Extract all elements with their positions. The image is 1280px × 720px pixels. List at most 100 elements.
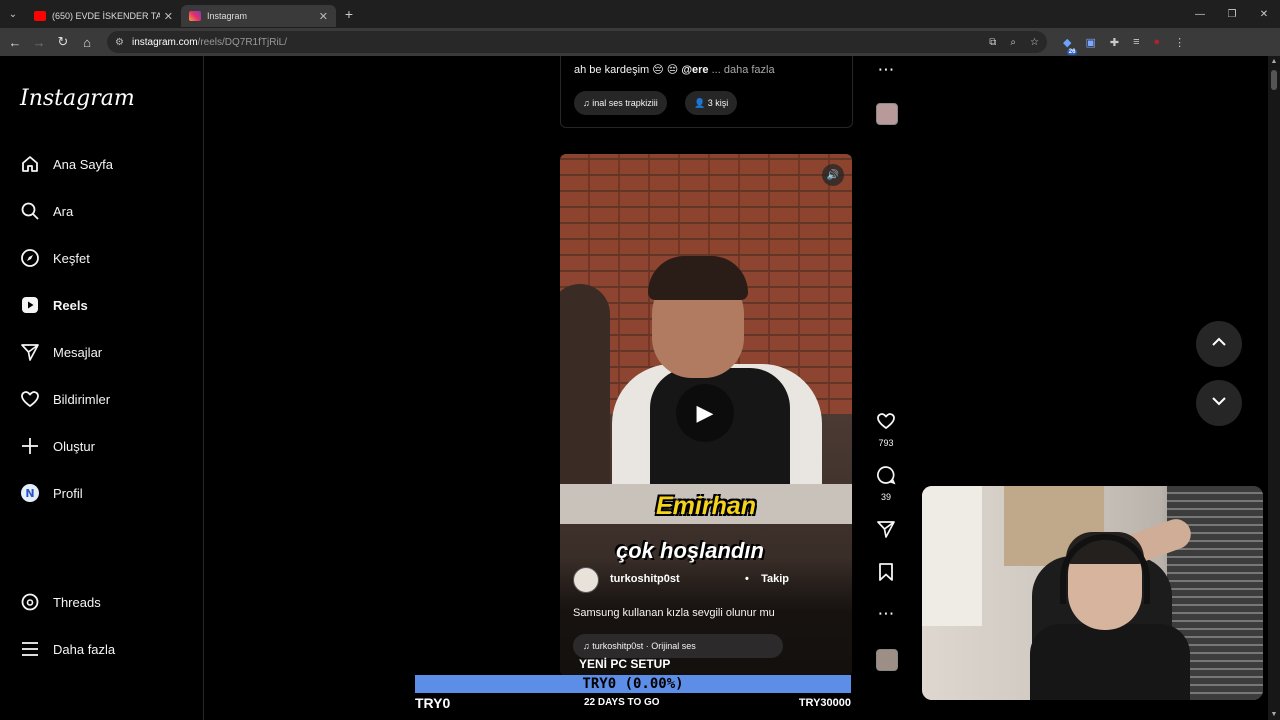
chevron-down-icon <box>1211 393 1227 414</box>
bookmark-icon <box>864 562 908 587</box>
volume-icon[interactable]: 🔊 <box>822 164 844 186</box>
tab-instagram[interactable]: Instagram ✕ <box>181 5 336 27</box>
sidebar-item-reels[interactable]: Reels <box>20 295 88 315</box>
extensions-puzzle-icon[interactable]: ✚ <box>1110 36 1119 49</box>
caption-text: ah be kardeşim 😔 😔 <box>574 64 682 76</box>
sidebar-item-search[interactable]: Ara <box>20 201 73 221</box>
follow-button[interactable]: • Takip <box>745 573 789 585</box>
sidebar-item-messages[interactable]: Mesajlar <box>20 342 102 362</box>
svg-text:N: N <box>25 487 34 500</box>
heart-icon <box>20 389 40 409</box>
back-button[interactable]: ← <box>3 28 27 56</box>
sidebar-item-profile[interactable]: N Profil <box>20 483 83 503</box>
minimize-button[interactable]: — <box>1184 0 1216 28</box>
close-window-button[interactable]: ✕ <box>1248 0 1280 28</box>
more-options-button[interactable]: ⋯ <box>864 60 908 80</box>
sidebar-item-create[interactable]: Oluştur <box>20 436 95 456</box>
goal-start-label: TRY0 <box>415 695 451 711</box>
home-button[interactable]: ⌂ <box>75 28 99 56</box>
audio-chip[interactable]: ♫ inal ses trapkiziii <box>574 91 667 115</box>
share-button[interactable] <box>864 519 908 544</box>
goal-progress-text: TRY0 (0.00%) <box>582 676 684 692</box>
threads-icon <box>20 592 40 612</box>
reel-audio-label: turkoshitp0st · Orijinal ses <box>592 641 696 651</box>
author-avatar[interactable] <box>573 567 599 593</box>
zoom-icon[interactable]: ⌕ <box>1010 37 1016 48</box>
sidebar-item-label: Ana Sayfa <box>53 156 113 172</box>
more-link[interactable]: ... daha fazla <box>712 64 775 76</box>
sidebar-item-threads[interactable]: Threads <box>20 592 101 612</box>
save-button[interactable] <box>864 562 908 587</box>
webcam-feed <box>922 486 1263 700</box>
sidebar-item-more[interactable]: Daha fazla <box>20 639 115 659</box>
forward-button[interactable]: → <box>27 28 51 56</box>
window-controls: — ❐ ✕ <box>1184 0 1280 28</box>
sidebar-item-notifications[interactable]: Bildirimler <box>20 389 110 409</box>
search-icon <box>20 201 40 221</box>
heart-icon <box>864 411 908 436</box>
new-tab-button[interactable]: + <box>336 6 362 22</box>
tab-youtube[interactable]: (650) EVDE İSKENDER TARİFİ 💗 ✕ <box>26 5 181 27</box>
extension-icon[interactable]: ◆ 26 <box>1063 36 1078 55</box>
audio-avatar[interactable] <box>876 649 898 671</box>
send-icon <box>20 342 40 362</box>
comment-icon <box>864 465 908 490</box>
url-domain: instagram.com <box>131 36 198 48</box>
sidebar-item-home[interactable]: Ana Sayfa <box>20 154 113 174</box>
restore-button[interactable]: ❐ <box>1216 0 1248 28</box>
comment-count: 39 <box>880 492 891 502</box>
install-app-icon[interactable]: ⧉ <box>989 37 996 48</box>
caption-mention[interactable]: @ere <box>681 64 708 76</box>
send-icon <box>864 519 908 544</box>
stream-goal-overlay: YENİ PC SETUP TRY0 (0.00%) TRY0 22 DAYS … <box>415 656 851 720</box>
author-username[interactable]: turkoshitp0st <box>610 573 680 585</box>
sidebar-item-label: Daha fazla <box>53 641 116 657</box>
tab-title: Instagram <box>207 11 248 21</box>
browser-tab-bar: ⌄ (650) EVDE İSKENDER TARİFİ 💗 ✕ Instagr… <box>0 0 1280 28</box>
music-note-icon: ♫ <box>583 641 593 651</box>
goal-progress-bar: TRY0 (0.00%) <box>415 675 851 693</box>
sidebar-item-label: Mesajlar <box>53 344 103 360</box>
reel-audio-chip[interactable]: ♫ turkoshitp0st · Orijinal ses <box>573 634 783 658</box>
browser-menu-icon[interactable]: ⋮ <box>1174 36 1185 49</box>
tab-close-icon[interactable]: ✕ <box>319 10 328 23</box>
sidebar-item-label: Reels <box>53 297 88 313</box>
reel-video[interactable]: 🔊 ▶ Emirhan çok hoşlandın turkoshitp0st … <box>560 154 852 676</box>
next-reel-button[interactable] <box>1196 380 1242 426</box>
person-icon: 👤 <box>694 97 708 108</box>
comment-button[interactable]: 39 <box>864 465 908 502</box>
tab-search-button[interactable]: ⌄ <box>0 0 26 28</box>
plus-icon <box>20 436 40 456</box>
sidebar-item-explore[interactable]: Keşfet <box>20 248 90 268</box>
instagram-logo[interactable]: Instagram <box>20 86 135 111</box>
follow-label: Takip <box>761 573 789 585</box>
people-tag-chip[interactable]: 👤 3 kişi <box>685 91 738 115</box>
scrollbar-thumb[interactable] <box>1271 70 1277 90</box>
site-info-icon[interactable]: ⚙ <box>115 37 124 48</box>
translate-extension-icon[interactable]: ▣ <box>1085 36 1095 49</box>
reload-button[interactable]: ↻ <box>51 28 75 56</box>
previous-reel-button[interactable] <box>1196 321 1242 367</box>
sidebar-item-label: Profil <box>53 485 83 501</box>
sidebar-item-label: Ara <box>53 203 74 219</box>
address-bar[interactable]: ⚙ instagram.com/reels/DQ7R1fTjRiL/ ⧉ ⌕ ☆ <box>107 31 1047 53</box>
media-controls-icon[interactable]: ≡ <box>1133 36 1139 48</box>
play-icon[interactable]: ▶ <box>676 384 734 442</box>
bookmark-star-icon[interactable]: ☆ <box>1030 37 1039 48</box>
sidebar-item-label: Threads <box>53 594 101 610</box>
webcam-flag <box>922 486 982 626</box>
video-subtitle-line1: Emirhan <box>655 492 757 520</box>
scroll-up-arrow-icon[interactable]: ▲ <box>1268 58 1280 65</box>
page-scrollbar[interactable]: ▲ ▼ <box>1268 56 1280 720</box>
menu-icon <box>20 639 40 659</box>
like-button[interactable]: 793 <box>864 411 908 448</box>
instagram-sidebar: Instagram Ana Sayfa Ara Keşfet Reels Mes… <box>0 56 204 720</box>
tab-close-icon[interactable]: ✕ <box>164 10 173 23</box>
scroll-down-arrow-icon[interactable]: ▼ <box>1268 711 1280 718</box>
more-dots-icon: ⋯ <box>877 604 895 623</box>
more-options-button[interactable]: ⋯ <box>864 604 908 624</box>
video-figure <box>648 256 748 300</box>
previous-reel-caption: ah be kardeşim 😔 😔 @ere ... daha fazla <box>574 63 775 76</box>
profile-avatar-icon[interactable]: ● <box>1154 36 1161 48</box>
audio-avatar[interactable] <box>876 103 898 125</box>
